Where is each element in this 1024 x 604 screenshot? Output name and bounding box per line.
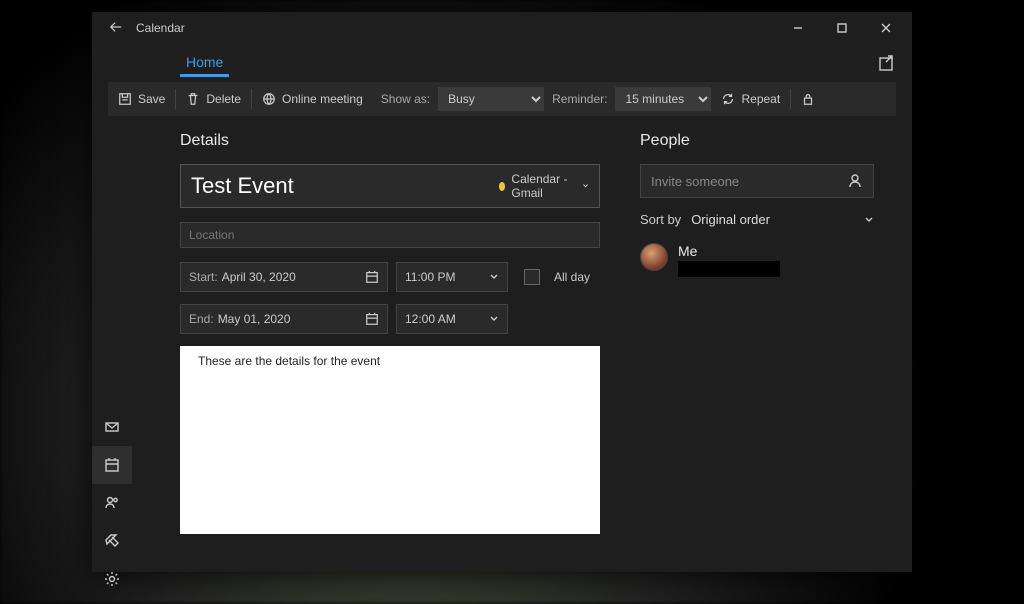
reminder-select[interactable]: 15 minutes (615, 87, 711, 111)
details-section: Details Calendar - Gmail Start: April 30… (180, 132, 600, 539)
back-button[interactable] (104, 20, 128, 37)
end-date-value: May 01, 2020 (218, 312, 291, 326)
event-title-row: Calendar - Gmail (180, 164, 600, 208)
tag-icon (104, 533, 120, 549)
mail-app-button[interactable] (92, 408, 132, 446)
maximize-button[interactable] (820, 12, 864, 44)
repeat-label: Repeat (741, 92, 780, 106)
tab-home[interactable]: Home (180, 50, 229, 77)
trash-icon (186, 92, 200, 106)
chevron-down-icon (582, 181, 589, 191)
chevron-down-icon (864, 215, 874, 225)
chevron-down-icon (489, 272, 499, 282)
save-label: Save (138, 92, 165, 106)
people-icon (104, 495, 120, 511)
title-bar: Calendar (92, 12, 912, 44)
calendar-name: Calendar - Gmail (511, 172, 575, 200)
invite-placeholder: Invite someone (651, 174, 739, 189)
attendee-email-redacted (678, 261, 780, 277)
invite-input[interactable]: Invite someone (640, 164, 874, 198)
calendar-color-dot (499, 182, 505, 191)
event-title-input[interactable] (181, 173, 489, 199)
repeat-icon (721, 92, 735, 106)
person-icon (847, 173, 863, 189)
repeat-button[interactable]: Repeat (711, 82, 790, 116)
app-title: Calendar (136, 21, 776, 35)
minimize-icon (793, 23, 803, 33)
close-icon (881, 23, 891, 33)
todo-app-button[interactable] (92, 522, 132, 560)
location-input[interactable] (180, 222, 600, 248)
chevron-down-icon (489, 314, 499, 324)
end-time-field[interactable]: 12:00 AM (396, 304, 508, 334)
start-time-field[interactable]: 11:00 PM (396, 262, 508, 292)
show-as-label: Show as: (373, 92, 438, 106)
end-date-field[interactable]: End: May 01, 2020 (180, 304, 388, 334)
calendar-icon (365, 270, 379, 284)
calendar-icon (365, 312, 379, 326)
calendar-app-button[interactable] (92, 446, 132, 484)
ribbon-tabs: Home (92, 44, 912, 82)
arrow-left-icon (109, 20, 123, 34)
minimize-button[interactable] (776, 12, 820, 44)
share-icon[interactable] (878, 54, 896, 72)
people-heading: People (640, 132, 874, 150)
delete-button[interactable]: Delete (176, 82, 251, 116)
start-date-value: April 30, 2020 (222, 270, 296, 284)
sort-by-row[interactable]: Sort by Original order (640, 212, 874, 227)
attendee-me: Me (640, 243, 874, 277)
save-icon (118, 92, 132, 106)
reminder-label: Reminder: (544, 92, 615, 106)
left-app-bar (92, 408, 132, 598)
people-section: People Invite someone Sort by Original o… (640, 132, 874, 539)
end-time-value: 12:00 AM (405, 312, 456, 326)
lock-icon (801, 92, 815, 106)
calendar-icon (104, 457, 120, 473)
mail-icon (104, 419, 120, 435)
avatar (640, 243, 668, 271)
all-day-label: All day (554, 270, 590, 284)
calendar-picker[interactable]: Calendar - Gmail (489, 172, 599, 200)
attendee-name: Me (678, 243, 780, 259)
people-app-button[interactable] (92, 484, 132, 522)
private-button[interactable] (791, 82, 825, 116)
sort-label: Sort by (640, 212, 681, 227)
maximize-icon (837, 23, 847, 33)
details-heading: Details (180, 132, 600, 150)
start-date-field[interactable]: Start: April 30, 2020 (180, 262, 388, 292)
delete-label: Delete (206, 92, 241, 106)
save-button[interactable]: Save (108, 82, 175, 116)
globe-icon (262, 92, 276, 106)
settings-button[interactable] (92, 560, 132, 598)
show-as-select[interactable]: Busy (438, 87, 544, 111)
all-day-checkbox[interactable] (524, 269, 540, 285)
close-button[interactable] (864, 12, 908, 44)
toolbar: Save Delete Online meeting Show as: Busy… (108, 82, 896, 116)
online-meeting-label: Online meeting (282, 92, 363, 106)
sort-value: Original order (691, 212, 770, 227)
gear-icon (104, 571, 120, 587)
calendar-event-window: Calendar Home Save Delete Online meeting… (92, 12, 912, 572)
description-textarea[interactable] (180, 346, 600, 534)
start-time-value: 11:00 PM (405, 270, 455, 284)
online-meeting-button[interactable]: Online meeting (252, 82, 373, 116)
start-label: Start: (189, 270, 218, 284)
end-label: End: (189, 312, 214, 326)
